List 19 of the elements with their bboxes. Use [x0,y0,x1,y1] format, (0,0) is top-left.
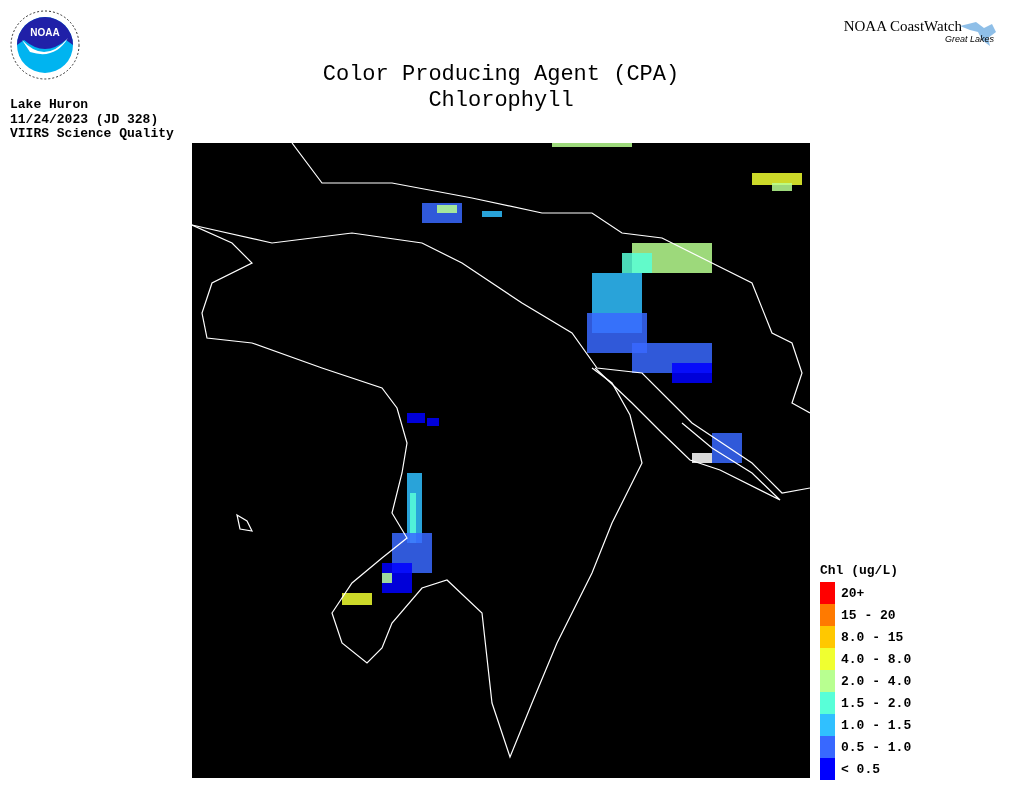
legend-label: 2.0 - 4.0 [841,673,912,689]
legend-label: 20+ [841,585,865,601]
legend-label: < 0.5 [841,761,880,777]
map-info-text: 11/24/2023 (JD 328) [10,112,160,127]
logo-emblem-drawing [10,10,80,80]
legend-label: 1.5 - 2.0 [841,695,912,711]
brand-name: NOAA CoastWatch [843,18,962,35]
map-info-text: Lake Huron [10,98,89,113]
brand-subtitle: Great Lakes [944,34,995,44]
legend-label: 15 - 20 [841,607,896,623]
legend-label: 1.0 - 1.5 [841,717,912,733]
logo-text: NOAA [30,27,60,38]
chart-title: Color Producing Agent (CPA) [322,62,680,88]
legend-label: 0.5 - 1.0 [841,739,912,755]
legend-title: Chl (ug/L) [820,563,899,578]
map-info-text: VIIRS Science Quality [10,127,175,142]
legend-label: 8.0 - 15 [841,629,904,645]
chart-subtitle: Chlorophyll [428,88,574,114]
legend-label: 4.0 - 8.0 [841,651,912,667]
